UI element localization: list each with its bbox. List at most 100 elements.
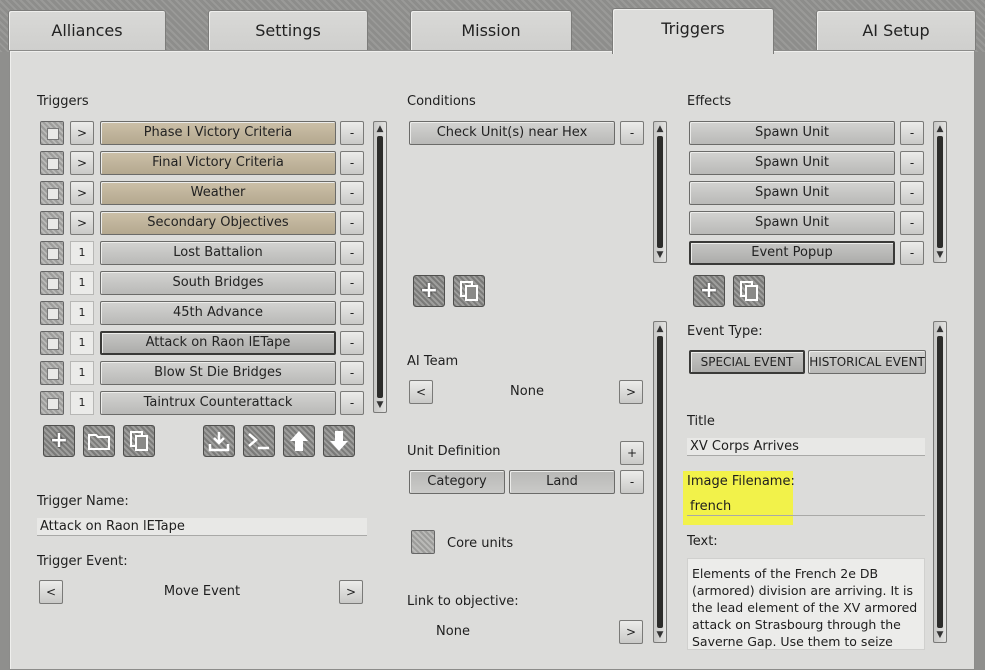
add-effect-button[interactable]: + [693,275,725,307]
add-trigger-button[interactable]: + [43,425,75,457]
trigger-expand-button[interactable]: > [70,211,94,235]
trigger-item[interactable]: Blow St Die Bridges [100,361,336,385]
trigger-item[interactable]: Weather [100,181,336,205]
trigger-item-selected[interactable]: Attack on Raon lETape [100,331,336,355]
import-trigger-button[interactable] [203,425,235,457]
effect-remove-button[interactable]: - [900,121,924,145]
copy-effect-button[interactable] [733,275,765,307]
trigger-item[interactable]: South Bridges [100,271,336,295]
trigger-expand-button[interactable]: > [70,151,94,175]
trigger-checkbox[interactable] [40,391,64,415]
scroll-track[interactable] [937,136,943,248]
trigger-name-input[interactable]: Attack on Raon lETape [37,518,367,536]
trigger-item[interactable]: 45th Advance [100,301,336,325]
unit-definition-remove-button[interactable]: - [620,470,644,494]
trigger-event-prev-button[interactable]: < [39,580,63,604]
effect-detail-scrollbar[interactable]: ▲ ▼ [933,321,947,643]
scroll-down-icon[interactable]: ▼ [374,399,386,411]
trigger-remove-button[interactable]: - [340,241,364,265]
scroll-up-icon[interactable]: ▲ [374,123,386,135]
trigger-checkbox[interactable] [40,151,64,175]
event-type-special-option[interactable]: SPECIAL EVENT [689,350,805,374]
trigger-remove-button[interactable]: - [340,331,364,355]
trigger-remove-button[interactable]: - [340,151,364,175]
condition-detail-scrollbar[interactable]: ▲ ▼ [653,321,667,643]
scroll-track[interactable] [657,336,663,628]
trigger-event-next-button[interactable]: > [339,580,363,604]
scroll-down-icon[interactable]: ▼ [934,629,946,641]
ai-team-prev-button[interactable]: < [409,380,433,404]
event-text-area[interactable]: Elements of the French 2e DB (armored) d… [687,558,925,650]
trigger-item[interactable]: Secondary Objectives [100,211,336,235]
trigger-checkbox[interactable] [40,331,64,355]
effect-remove-button[interactable]: - [900,241,924,265]
trigger-list-scrollbar[interactable]: ▲ ▼ [373,121,387,413]
scroll-down-icon[interactable]: ▼ [654,249,666,261]
condition-remove-button[interactable]: - [620,121,644,145]
move-down-button[interactable] [323,425,355,457]
trigger-remove-button[interactable]: - [340,361,364,385]
trigger-event-label: Trigger Event: [37,554,128,569]
trigger-checkbox[interactable] [40,121,64,145]
tab-settings[interactable]: Settings [208,10,368,50]
add-condition-button[interactable]: + [413,275,445,307]
trigger-remove-button[interactable]: - [340,391,364,415]
scroll-track[interactable] [657,136,663,248]
script-console-button[interactable] [243,425,275,457]
tab-triggers[interactable]: Triggers [612,8,774,54]
unit-category-button[interactable]: Category [409,470,505,494]
effect-remove-button[interactable]: - [900,211,924,235]
tab-alliances[interactable]: Alliances [8,10,166,50]
ai-team-next-button[interactable]: > [619,380,643,404]
scroll-down-icon[interactable]: ▼ [934,249,946,261]
trigger-item[interactable]: Phase I Victory Criteria [100,121,336,145]
trigger-checkbox[interactable] [40,211,64,235]
effects-scrollbar[interactable]: ▲ ▼ [933,121,947,263]
trigger-remove-button[interactable]: - [340,211,364,235]
effect-item[interactable]: Spawn Unit [689,181,895,205]
scroll-up-icon[interactable]: ▲ [654,123,666,135]
tab-ai-setup[interactable]: AI Setup [816,10,976,50]
copy-condition-button[interactable] [453,275,485,307]
trigger-remove-button[interactable]: - [340,181,364,205]
trigger-expand-button[interactable]: > [70,181,94,205]
trigger-checkbox[interactable] [40,271,64,295]
trigger-checkbox[interactable] [40,241,64,265]
trigger-remove-button[interactable]: - [340,301,364,325]
unit-definition-add-button[interactable]: + [620,441,644,465]
event-type-historical-option[interactable]: HISTORICAL EVENT [808,350,926,374]
effect-item-selected[interactable]: Event Popup [689,241,895,265]
trigger-checkbox[interactable] [40,301,64,325]
effect-remove-button[interactable]: - [900,181,924,205]
unit-category-value[interactable]: Land [509,470,615,494]
move-up-button[interactable] [283,425,315,457]
core-units-checkbox[interactable] [411,530,435,554]
effect-remove-button[interactable]: - [900,151,924,175]
tab-mission[interactable]: Mission [410,10,572,50]
trigger-item[interactable]: Lost Battalion [100,241,336,265]
title-input[interactable]: XV Corps Arrives [687,438,925,456]
trigger-checkbox[interactable] [40,181,64,205]
scroll-down-icon[interactable]: ▼ [654,629,666,641]
trigger-expand-button[interactable]: > [70,121,94,145]
effect-item[interactable]: Spawn Unit [689,211,895,235]
effect-item[interactable]: Spawn Unit [689,121,895,145]
scroll-up-icon[interactable]: ▲ [654,323,666,335]
open-folder-button[interactable] [83,425,115,457]
image-filename-input[interactable]: french [687,498,925,516]
scroll-up-icon[interactable]: ▲ [934,323,946,335]
condition-item[interactable]: Check Unit(s) near Hex [409,121,615,145]
trigger-item[interactable]: Taintrux Counterattack [100,391,336,415]
trigger-remove-button[interactable]: - [340,121,364,145]
trigger-item[interactable]: Final Victory Criteria [100,151,336,175]
scroll-up-icon[interactable]: ▲ [934,123,946,135]
copy-trigger-button[interactable] [123,425,155,457]
trigger-checkbox[interactable] [40,361,64,385]
arrow-up-icon [290,431,308,451]
conditions-scrollbar[interactable]: ▲ ▼ [653,121,667,263]
scroll-track[interactable] [377,136,383,398]
link-objective-next-button[interactable]: > [619,620,643,644]
scroll-track[interactable] [937,336,943,628]
trigger-remove-button[interactable]: - [340,271,364,295]
effect-item[interactable]: Spawn Unit [689,151,895,175]
